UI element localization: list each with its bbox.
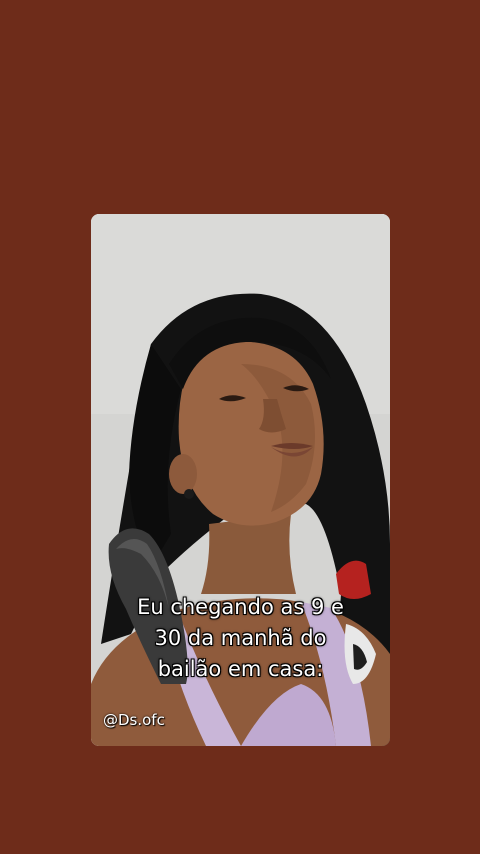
story-caption: Eu chegando as 9 e 30 da manhã do bailão… bbox=[111, 592, 370, 685]
caption-line: Eu chegando as 9 e bbox=[137, 595, 344, 619]
story-card: Eu chegando as 9 e 30 da manhã do bailão… bbox=[91, 214, 390, 746]
caption-line: 30 da manhã do bbox=[154, 626, 327, 650]
watermark-handle: @Ds.ofc bbox=[103, 711, 165, 729]
caption-line: bailão em casa: bbox=[157, 657, 324, 681]
